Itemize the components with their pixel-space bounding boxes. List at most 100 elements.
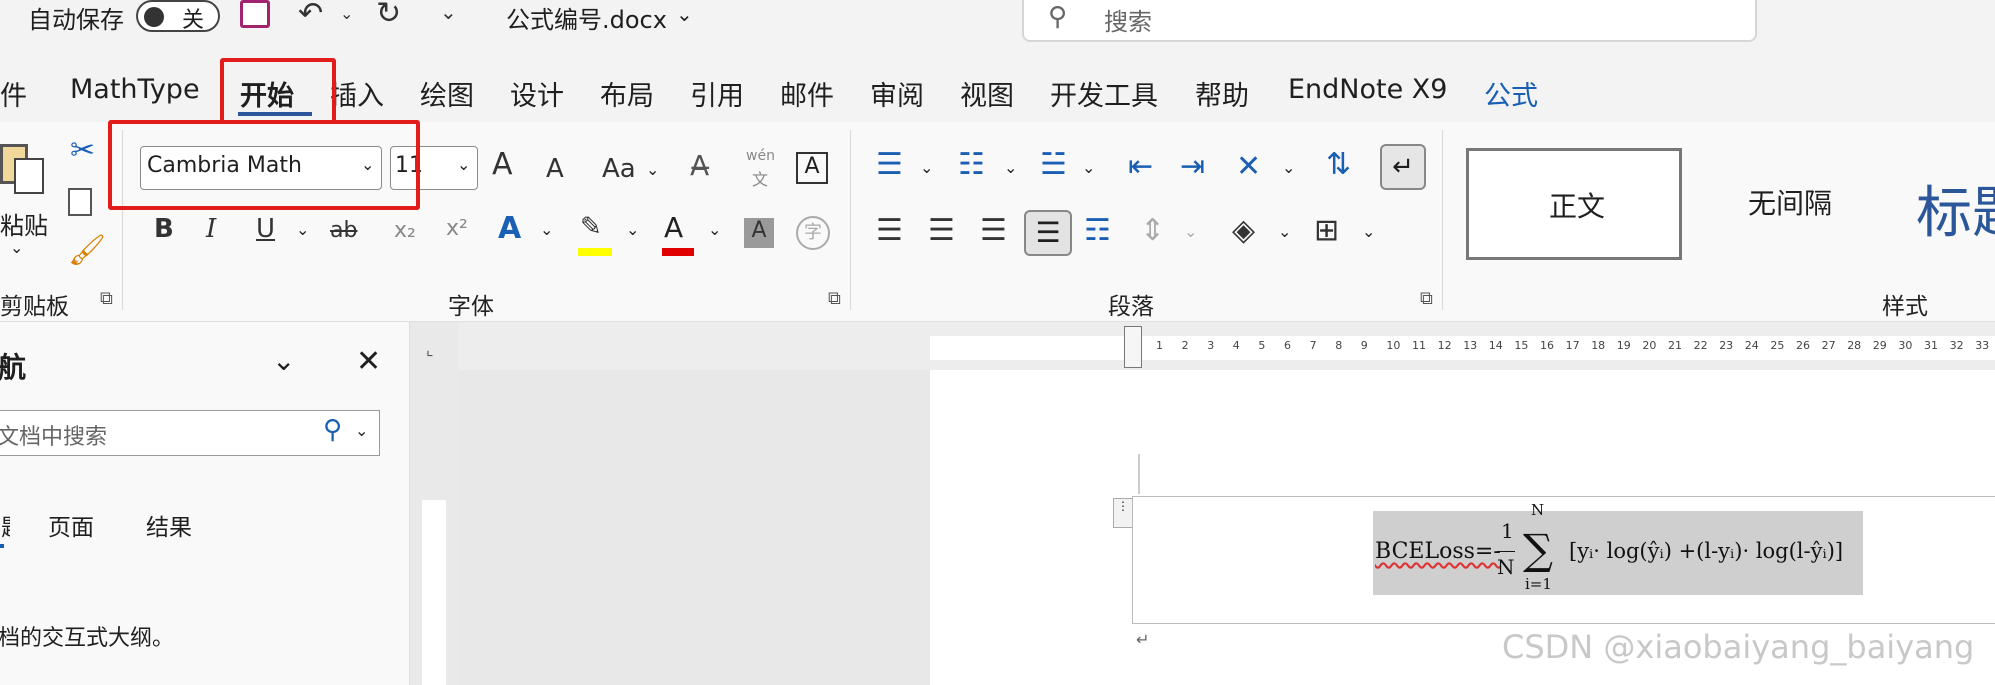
sort-icon[interactable]: ⇅ [1326, 150, 1351, 180]
indent-marker[interactable] [1124, 326, 1142, 368]
chevron-down-icon[interactable]: ⌄ [272, 344, 295, 377]
chevron-down-icon[interactable]: ⌄ [355, 421, 368, 440]
tab-file[interactable]: 件 [0, 74, 27, 113]
nav-tab-results[interactable]: 结果 [146, 508, 192, 542]
close-icon[interactable]: ✕ [356, 344, 381, 379]
phonetic-top: wén [746, 148, 775, 164]
tab-selector-icon[interactable]: ⌞ [426, 340, 434, 359]
save-icon[interactable] [240, 0, 270, 28]
style-normal[interactable]: 正文 [1466, 148, 1682, 260]
decrease-indent-icon[interactable]: ⇤ [1128, 152, 1153, 182]
chevron-down-icon[interactable]: ⌄ [1282, 158, 1295, 177]
table-move-handle[interactable]: ⋮ [1113, 498, 1133, 528]
text-effects-icon[interactable]: A [498, 214, 521, 244]
multilevel-list-icon[interactable]: ☱ [1040, 150, 1067, 180]
tab-review[interactable]: 审阅 [870, 74, 924, 113]
document-filename[interactable]: 公式编号.docx [506, 0, 667, 35]
justify-icon[interactable]: ☰ [1024, 210, 1072, 256]
change-case-icon[interactable]: Aa [602, 156, 636, 182]
font-color-icon[interactable]: A [664, 214, 683, 242]
paste-dropdown-icon[interactable]: ⌄ [10, 238, 23, 257]
ruler-number: 26 [1796, 339, 1810, 352]
bold-icon[interactable]: B [154, 216, 174, 242]
search-box[interactable]: ⚲ 搜索 [1022, 0, 1757, 42]
tab-insert[interactable]: 插入 [330, 74, 384, 113]
tab-equation[interactable]: 公式 [1484, 74, 1538, 113]
tab-references[interactable]: 引用 [690, 74, 744, 113]
tab-design[interactable]: 设计 [510, 74, 564, 113]
tab-help[interactable]: 帮助 [1195, 74, 1249, 113]
chevron-down-icon[interactable]: ⌄ [920, 158, 933, 177]
styles-group-label: 样式 [1882, 294, 1928, 320]
undo-dropdown-icon[interactable]: ⌄ [340, 4, 353, 23]
redo-icon[interactable]: ↻ [376, 0, 401, 31]
chevron-down-icon[interactable]: ⌄ [1082, 158, 1095, 177]
chevron-down-icon[interactable]: ⌄ [708, 220, 721, 239]
tab-endnote[interactable]: EndNote X9 [1288, 74, 1447, 105]
style-heading[interactable]: 标题 [1910, 148, 1995, 260]
tab-mathtype[interactable]: MathType [70, 74, 200, 105]
clipboard-launcher-icon[interactable]: ⧉ [100, 288, 113, 309]
tab-mailings[interactable]: 邮件 [780, 74, 834, 113]
text-direction-icon[interactable]: ✕ [1236, 152, 1261, 182]
cut-icon[interactable]: ✂ [70, 136, 95, 166]
distributed-icon[interactable]: ☶ [1084, 216, 1111, 246]
align-center-icon[interactable]: ☰ [928, 216, 955, 246]
chevron-down-icon[interactable]: ⌄ [1278, 222, 1291, 241]
filename-dropdown-icon[interactable]: ⌄ [676, 2, 693, 26]
char-shading-icon[interactable]: A [744, 218, 774, 248]
enclose-char-icon[interactable]: 字 [796, 216, 830, 250]
nav-search-input[interactable]: 在文档中搜索 ⚲ ⌄ [0, 410, 380, 456]
align-right-icon[interactable]: ☰ [980, 216, 1007, 246]
chevron-down-icon[interactable]: ⌄ [646, 160, 659, 179]
format-painter-icon[interactable]: 🖌 [68, 236, 106, 266]
tab-view[interactable]: 视图 [960, 74, 1014, 113]
font-launcher-icon[interactable]: ⧉ [828, 288, 841, 309]
subscript-icon[interactable]: x₂ [394, 220, 416, 242]
paragraph-launcher-icon[interactable]: ⧉ [1420, 288, 1433, 309]
nav-message-clip: 文档的交互式大纲。 [0, 620, 410, 652]
shrink-font-icon[interactable]: A [546, 156, 564, 182]
autosave-label: 自动保存 [28, 6, 124, 34]
search-icon[interactable]: ⚲ [323, 415, 342, 445]
borders-icon[interactable]: ⊞ [1314, 216, 1339, 246]
paragraph-shading-icon[interactable]: ◈ [1232, 216, 1255, 246]
tab-draw[interactable]: 绘图 [420, 74, 474, 113]
chevron-down-icon[interactable]: ⌄ [1184, 222, 1197, 241]
highlight-font-controls [108, 120, 420, 210]
paste-button[interactable] [0, 140, 48, 200]
ruler-number: 13 [1463, 339, 1478, 352]
highlighter-icon[interactable]: ✎ [580, 214, 602, 240]
bullets-icon[interactable]: ☰ [876, 150, 903, 180]
chevron-down-icon[interactable]: ⌄ [626, 220, 639, 239]
chevron-down-icon[interactable]: ⌄ [1362, 222, 1375, 241]
numbering-icon[interactable]: ☷ [958, 150, 985, 180]
strikethrough-icon[interactable]: ab [330, 220, 357, 242]
line-spacing-icon[interactable]: ⇕ [1140, 216, 1165, 246]
ruler-number: 29 [1872, 339, 1887, 352]
clear-formatting-icon[interactable]: A̶ [690, 152, 709, 180]
grow-font-icon[interactable]: A [492, 150, 513, 180]
style-no-spacing[interactable]: 无间隔 [1686, 148, 1902, 260]
phonetic-guide-icon[interactable]: wén 文 [742, 148, 782, 189]
char-border-icon[interactable]: A [796, 152, 828, 184]
equation[interactable]: BCELoss=- 1 N ∑ N i=1 [yᵢ· log(ŷᵢ) +(l-y… [1373, 501, 1863, 595]
customize-qat-icon[interactable]: ⌄ [440, 0, 457, 24]
chevron-down-icon[interactable]: ⌄ [296, 220, 309, 239]
undo-icon[interactable]: ↶ [298, 0, 323, 31]
nav-tab-pages[interactable]: 页面 [48, 508, 94, 542]
chevron-down-icon[interactable]: ⌄ [540, 220, 553, 239]
show-marks-icon[interactable]: ↵ [1380, 144, 1426, 190]
nav-tab-headings[interactable]: 标题 [0, 508, 10, 538]
tab-developer[interactable]: 开发工具 [1050, 74, 1158, 113]
align-left-icon[interactable]: ☰ [876, 216, 903, 246]
superscript-icon[interactable]: x² [446, 218, 468, 240]
increase-indent-icon[interactable]: ⇥ [1180, 152, 1205, 182]
tab-layout[interactable]: 布局 [600, 74, 654, 113]
autosave-toggle[interactable]: 关 [136, 0, 220, 33]
underline-icon[interactable]: U [256, 216, 275, 242]
italic-icon[interactable]: I [206, 216, 216, 242]
font-color-bar [662, 248, 694, 256]
copy-icon[interactable] [68, 188, 92, 216]
chevron-down-icon[interactable]: ⌄ [1004, 158, 1017, 177]
